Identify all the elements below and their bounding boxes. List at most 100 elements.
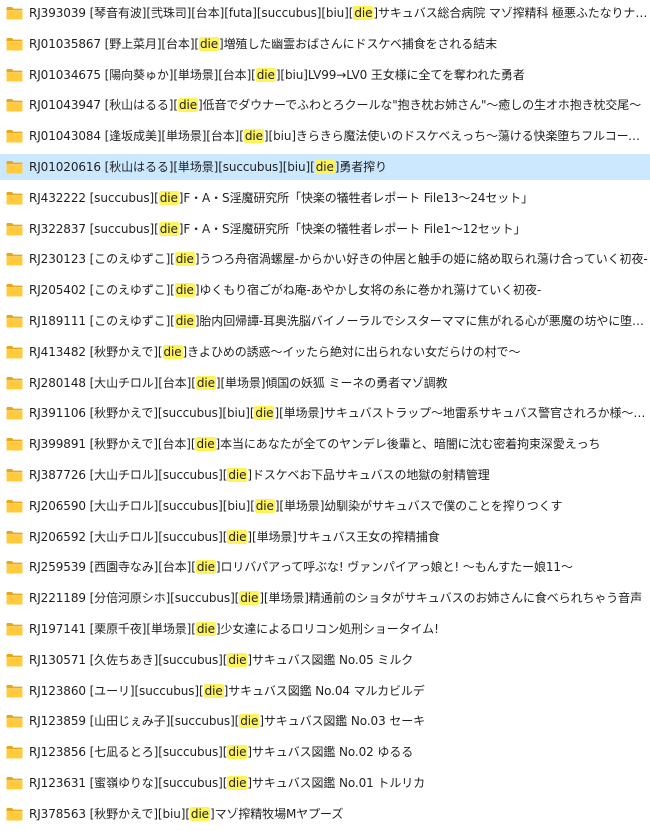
folder-row[interactable]: RJ387726 [大山チロル][succubus][die]ドスケベお下品サキ… [0,462,650,488]
folder-row[interactable]: RJ130571 [久佐ちあき][succubus][die]サキュバス図鑑 N… [0,647,650,673]
folder-icon [6,37,23,51]
folder-icon [6,499,23,513]
folder-name: RJ01043084 [逢坂成美][単场景][台本][die][biu]きらきら… [29,129,650,144]
folder-icon [6,222,23,236]
folder-name: RJ206592 [大山チロル][succubus][die][単场景]サキュバ… [29,529,440,544]
folder-row[interactable]: RJ01043084 [逢坂成美][単场景][台本][die][biu]きらきら… [0,123,650,149]
search-highlight: die [195,437,216,452]
search-highlight: die [314,160,335,174]
search-highlight: die [203,683,224,698]
folder-icon [6,191,23,205]
folder-name: RJ259539 [西園寺なみ][台本][die]ロリバパアって呼ぶな! ヴァン… [29,560,573,575]
folder-row[interactable]: RJ432222 [succubus][die]F・A・S淫魔研究所「快楽の犠牲… [0,185,650,211]
folder-row[interactable]: RJ280148 [大山チロル][台本][die][単场景]傾国の妖狐 ミーネの… [0,370,650,396]
folder-row[interactable]: RJ197141 [栗原千夜][単场景][die]少女達によるロリコン処刑ショー… [0,616,650,642]
folder-row[interactable]: RJ206590 [大山チロル][succubus][biu][die][単场景… [0,493,650,519]
folder-row[interactable]: RJ123631 [蜜嶺ゆりな][succubus][die]サキュバス図鑑 N… [0,770,650,796]
folder-name: RJ123860 [ユーリ][succubus][die]サキュバス図鑑 No.… [29,683,425,698]
folder-name: RJ01035867 [野上菜月][台本][die]増殖した幽霊おばさんにドスケ… [29,36,497,51]
folder-row[interactable]: RJ399891 [秋野かえで][台本][die]本当にあなたが全てのヤンデレ後… [0,431,650,457]
search-highlight: die [243,129,264,144]
folder-row[interactable]: RJ391106 [秋野かえで][succubus][biu][die][単场景… [0,400,650,426]
folder-icon [6,283,23,297]
folder-icon [6,252,23,266]
folder-icon [6,591,23,605]
folder-name: RJ01034675 [陽向葵ゅか][単场景][台本][die][biu]LV9… [29,67,525,82]
folder-row[interactable]: RJ123859 [山田じぇみ子][succubus][die]サキュバス図鑑 … [0,708,650,734]
folder-name: RJ123856 [七凪るとろ][succubus][die]サキュバス図鑑 N… [29,745,414,760]
folder-name: RJ130571 [久佐ちあき][succubus][die]サキュバス図鑑 N… [29,652,414,667]
folder-icon [6,622,23,636]
folder-row[interactable]: RJ01043947 [秋山はるる][die]低音でダウナーでふわとろクールな"… [0,92,650,118]
folder-row[interactable]: RJ206592 [大山チロル][succubus][die][単场景]サキュバ… [0,524,650,550]
folder-icon [6,684,23,698]
search-highlight: die [174,314,195,328]
folder-row[interactable]: RJ221189 [分倍河原シホ][succubus][die][単场景]精通前… [0,585,650,611]
search-highlight: die [227,745,248,760]
folder-name: RJ322837 [succubus][die]F・A・S淫魔研究所「快楽の犠牲… [29,221,526,236]
folder-row[interactable]: RJ205402 [このえゆずこ][die]ゆくもり宿ごがね庵-あやかし女将の糸… [0,277,650,303]
folder-icon [6,530,23,544]
folder-name: RJ230123 [このえゆずこ][die]うつろ舟宿渦螺屋-からかい好きの仲居… [29,252,648,267]
search-highlight: die [162,344,183,359]
folder-name: RJ123859 [山田じぇみ子][succubus][die]サキュバス図鑑 … [29,714,426,729]
folder-row[interactable]: RJ378563 [秋野かえで][biu][die]マゾ搾精牧場Mヤプーズ [0,801,650,827]
folder-row[interactable]: RJ230123 [このえゆずこ][die]うつろ舟宿渦螺屋-からかい好きの仲居… [0,246,650,272]
search-highlight: die [227,776,248,790]
folder-icon [6,68,23,82]
folder-name: RJ205402 [このえゆずこ][die]ゆくもり宿ごがね庵-あやかし女将の糸… [29,283,542,298]
folder-row[interactable]: RJ413482 [秋野かえで][die]きよひめの誘惑～イッたら絶対に出られな… [0,339,650,365]
folder-name: RJ123631 [蜜嶺ゆりな][succubus][die]サキュバス図鑑 N… [29,776,426,790]
folder-icon [6,776,23,790]
folder-icon [6,468,23,482]
search-highlight: die [255,67,276,82]
folder-icon [6,160,23,174]
folder-icon [6,714,23,728]
search-highlight: die [227,468,248,482]
folder-row[interactable]: RJ01020616 [秋山はるる][単场景][succubus][biu][d… [0,154,650,180]
folder-row[interactable]: RJ01034675 [陽向葵ゅか][単场景][台本][die][biu]LV9… [0,62,650,88]
folder-name: RJ206590 [大山チロル][succubus][biu][die][単场景… [29,498,563,513]
folder-row[interactable]: RJ259539 [西園寺なみ][台本][die]ロリバパアって呼ぶな! ヴァン… [0,554,650,580]
search-highlight: die [353,6,374,20]
folder-icon [6,560,23,574]
search-highlight: die [254,406,275,421]
folder-row[interactable]: RJ189111 [このえゆずこ][die]胎内回帰譚-耳奥洗脳バイノーラルでシ… [0,308,650,334]
search-highlight: die [195,375,216,390]
search-highlight: die [177,98,198,113]
folder-row[interactable]: RJ123856 [七凪るとろ][succubus][die]サキュバス図鑑 N… [0,739,650,765]
search-highlight: die [195,622,216,636]
folder-icon [6,376,23,390]
folder-icon [6,6,23,20]
folder-name: RJ01043947 [秋山はるる][die]低音でダウナーでふわとろクールな"… [29,98,642,113]
search-highlight: die [239,714,260,729]
folder-icon [6,807,23,821]
search-highlight: die [227,652,248,667]
folder-icon [6,406,23,420]
folder-name: RJ189111 [このえゆずこ][die]胎内回帰譚-耳奥洗脳バイノーラルでシ… [29,314,650,328]
folder-icon [6,745,23,759]
folder-name: RJ391106 [秋野かえで][succubus][biu][die][単场景… [29,406,650,421]
folder-icon [6,98,23,112]
folder-icon [6,314,23,328]
file-list: RJ393039 [琴音有波][弐珠司][台本][futa][succubus]… [0,0,650,831]
search-highlight: die [254,498,275,513]
folder-name: RJ197141 [栗原千夜][単场景][die]少女達によるロリコン処刑ショー… [29,622,439,636]
search-highlight: die [158,221,179,236]
folder-row[interactable]: RJ123860 [ユーリ][succubus][die]サキュバス図鑑 No.… [0,678,650,704]
search-highlight: die [195,560,216,575]
folder-name: RJ399891 [秋野かえで][台本][die]本当にあなたが全てのヤンデレ後… [29,437,601,452]
search-highlight: die [199,36,220,51]
search-highlight: die [174,252,195,267]
folder-name: RJ393039 [琴音有波][弐珠司][台本][futa][succubus]… [29,6,650,20]
folder-name: RJ413482 [秋野かえで][die]きよひめの誘惑～イッたら絶対に出られな… [29,344,521,359]
folder-row[interactable]: RJ393039 [琴音有波][弐珠司][台本][futa][succubus]… [0,0,650,26]
folder-row[interactable]: RJ322837 [succubus][die]F・A・S淫魔研究所「快楽の犠牲… [0,216,650,242]
folder-name: RJ378563 [秋野かえで][biu][die]マゾ搾精牧場Mヤプーズ [29,806,344,821]
folder-row[interactable]: RJ01035867 [野上菜月][台本][die]増殖した幽霊おばさんにドスケ… [0,31,650,57]
folder-icon [6,437,23,451]
folder-icon [6,345,23,359]
folder-name: RJ432222 [succubus][die]F・A・S淫魔研究所「快楽の犠牲… [29,190,534,205]
folder-name: RJ221189 [分倍河原シホ][succubus][die][単场景]精通前… [29,591,642,606]
folder-name: RJ387726 [大山チロル][succubus][die]ドスケベお下品サキ… [29,468,490,482]
